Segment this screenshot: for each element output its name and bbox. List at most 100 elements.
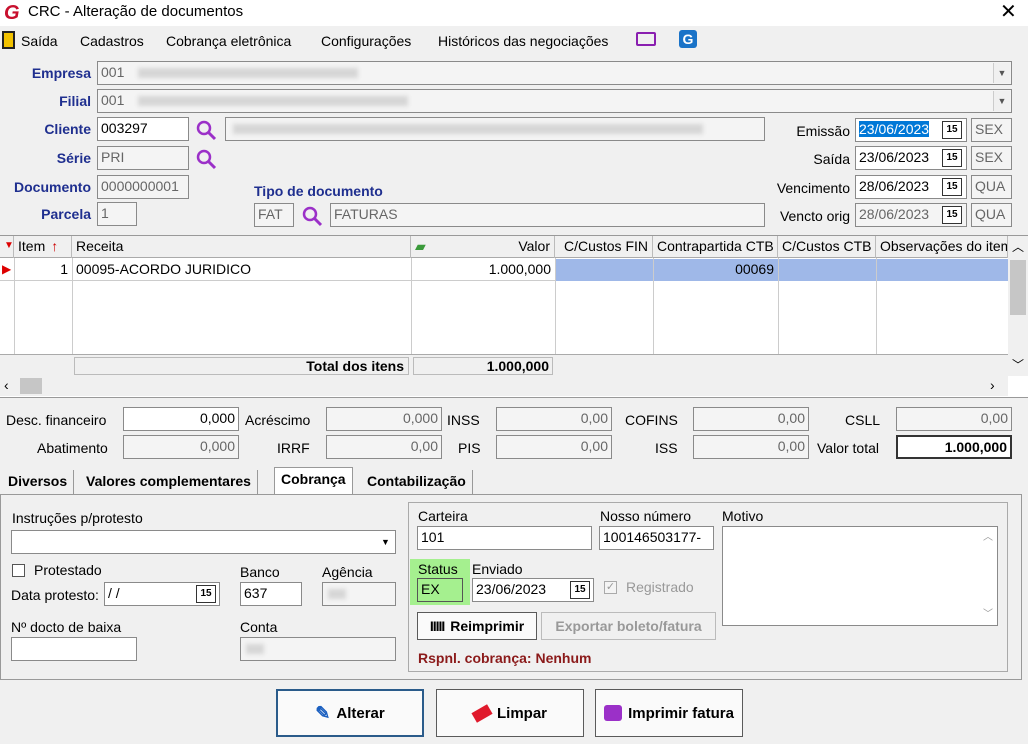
calendar-icon[interactable]: 15 [570,581,590,599]
serie-input[interactable]: PRI [97,146,189,170]
col-divider [876,258,877,354]
col-receita[interactable]: Receita [72,236,411,258]
col-ccustos-fin[interactable]: C/Custos FIN [555,236,653,258]
protestado-checkbox[interactable] [12,564,25,577]
conta-label: Conta [240,619,278,635]
chevron-left-icon[interactable]: ‹ [4,377,9,393]
conta-input[interactable] [240,637,396,661]
menu-cobranca-eletronica[interactable]: Cobrança eletrônica [166,33,291,49]
abatimento-input[interactable]: 0,000 [123,435,239,459]
exportar-boleto-button[interactable]: Exportar boleto/fatura [541,612,716,640]
emissao-day: SEX [971,118,1012,142]
vencimento-day: QUA [971,175,1012,199]
instrucoes-label: Instruções p/protesto [12,510,143,526]
scroll-thumb[interactable] [1010,260,1026,315]
chevron-right-icon[interactable]: › [990,377,995,393]
menu-bar: Saída Cadastros Cobrança eletrônica Conf… [0,28,1028,54]
calendar-icon[interactable]: 15 [942,206,962,224]
total-value-cell: 1.000,000 [413,357,553,375]
acrescimo-input[interactable]: 0,000 [326,407,442,431]
close-icon[interactable]: ✕ [1000,0,1017,24]
vertical-scrollbar[interactable]: ︿ ﹀ [1008,236,1028,376]
documento-input[interactable]: 0000000001 [97,175,189,199]
cell-valor: 1.000,000 [488,261,551,277]
irrf-label: IRRF [277,440,310,456]
calendar-icon[interactable]: 15 [942,121,962,139]
search-icon[interactable] [194,118,218,142]
cliente-code-input[interactable]: 003297 [97,117,189,141]
saida-label: Saída [813,151,850,167]
sort-arrow-icon[interactable]: ▼ [0,236,14,258]
parcela-label: Parcela [41,206,91,222]
docto-baixa-label: Nº docto de baixa [11,619,122,635]
registrado-checkbox[interactable]: ✓ [604,581,617,594]
empresa-select[interactable]: 001 ▼ [97,61,1012,85]
reimprimir-button[interactable]: IIIII Reimprimir [417,612,537,640]
printer-icon [604,705,623,721]
status-input[interactable]: EX [417,578,463,602]
valor-total-input[interactable]: 1.000,000 [896,435,1012,459]
pis-input[interactable]: 0,00 [496,435,612,459]
irrf-input[interactable]: 0,00 [326,435,442,459]
inss-input[interactable]: 0,00 [496,407,612,431]
col-divider [72,258,73,354]
search-icon[interactable] [300,204,324,228]
calendar-icon[interactable]: 15 [942,149,962,167]
tab-cobranca[interactable]: Cobrança [274,467,353,494]
alterar-button[interactable]: ✎ Alterar [276,689,424,737]
col-contrapartida[interactable]: Contrapartida CTB [653,236,778,258]
docto-baixa-input[interactable] [11,637,137,661]
chevron-down-icon[interactable]: ▼ [993,91,1010,111]
menu-cadastros[interactable]: Cadastros [80,33,144,49]
vencto-orig-day: QUA [971,203,1012,227]
agencia-input[interactable] [322,582,396,606]
parcela-input[interactable]: 1 [97,202,137,226]
table-row[interactable]: ▶ 1 00095-ACORDO JURIDICO 1.000,000 0006… [0,259,1008,281]
title-bar: G CRC - Alteração de documentos ✕ [0,0,1028,26]
cell-contrapartida: 00069 [653,259,778,281]
chevron-down-icon[interactable]: ▼ [993,63,1010,83]
monitor-icon[interactable] [636,32,656,46]
carteira-input[interactable]: 101 [417,526,592,550]
pencil-icon: ✎ [315,702,331,723]
enviado-label: Enviado [472,561,523,577]
serie-label: Série [56,150,91,166]
nosso-numero-input[interactable]: 100146503177- [599,526,714,550]
tab-valores-complementares[interactable]: Valores complementares [80,470,258,494]
imprimir-fatura-button[interactable]: Imprimir fatura [595,689,743,737]
tipo-code-input[interactable]: FAT [254,203,294,227]
chevron-down-icon[interactable]: ▼ [377,532,394,552]
motivo-textarea[interactable]: ︿ ﹀ [722,526,998,626]
menu-configuracoes[interactable]: Configurações [321,33,411,49]
chevron-down-icon[interactable]: ﹀ [983,606,993,623]
chevron-down-icon[interactable]: ﹀ [1012,356,1024,373]
csll-input[interactable]: 0,00 [896,407,1012,431]
menu-exit[interactable]: Saída [21,33,58,49]
search-icon[interactable] [194,147,218,171]
col-valor[interactable]: ▰ Valor [411,236,555,258]
banco-input[interactable]: 637 [240,582,302,606]
col-ccustos-ctb[interactable]: C/Custos CTB [778,236,876,258]
desc-fin-input[interactable]: 0,000 [123,407,239,431]
cofins-input[interactable]: 0,00 [693,407,809,431]
tab-diversos[interactable]: Diversos [2,470,75,494]
limpar-button[interactable]: Limpar [436,689,584,737]
scroll-thumb[interactable] [20,378,42,394]
instrucoes-select[interactable]: ▼ [11,530,396,554]
col-observacoes[interactable]: Observações do item [876,236,1008,258]
menu-historicos[interactable]: Históricos das negociações [438,33,608,49]
horizontal-scrollbar[interactable]: ‹ › [0,376,1008,396]
chevron-up-icon[interactable]: ︿ [1012,238,1024,255]
col-item[interactable]: Item ↑ [14,236,72,258]
exit-icon[interactable] [2,31,15,49]
iss-input[interactable]: 0,00 [693,435,809,459]
g-app-icon[interactable]: G [679,30,697,48]
tab-contabilizacao[interactable]: Contabilização [361,470,473,494]
calendar-icon[interactable]: 15 [942,178,962,196]
filial-select[interactable]: 001 ▼ [97,89,1012,113]
app-logo-icon: G [4,2,20,24]
banco-label: Banco [240,564,280,580]
calendar-icon[interactable]: 15 [196,585,216,603]
chevron-up-icon[interactable]: ︿ [983,529,993,546]
protestado-label: Protestado [34,562,102,578]
